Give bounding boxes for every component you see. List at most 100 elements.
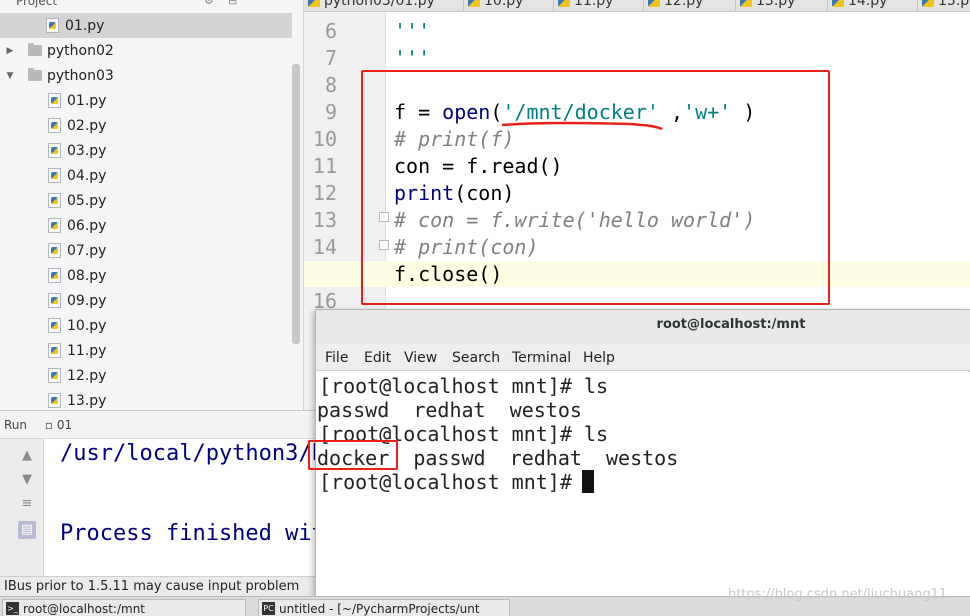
python-file-icon: [48, 118, 61, 133]
line-number: 6: [324, 19, 337, 43]
tree-item-file[interactable]: 11.py: [0, 338, 292, 363]
menu-search[interactable]: Search: [452, 350, 500, 366]
editor-tab[interactable]: 10.py: [464, 0, 554, 11]
tree-item-file[interactable]: 13.py: [0, 388, 292, 410]
python-file-icon: [832, 0, 844, 7]
tree-item-label: 13.py: [67, 392, 107, 409]
tree-scrollbar[interactable]: [292, 64, 300, 344]
terminal-window: root@localhost:/mnt File Edit View Searc…: [315, 309, 970, 600]
menu-view[interactable]: View: [404, 350, 437, 366]
taskbar-item-terminal[interactable]: >_ root@localhost:/mnt: [2, 599, 246, 616]
python-file-icon: [48, 393, 61, 408]
editor-tab-bar: python03/01.py 10.py 11.py 12.py 13.py 1…: [304, 0, 970, 12]
tree-item-label: python02: [47, 42, 114, 59]
terminal-line: passwd redhat westos: [317, 398, 582, 422]
pycharm-icon: PC: [262, 602, 275, 615]
run-console-output[interactable]: /usr/local/python3/bi Process finished w…: [44, 439, 320, 579]
code-line[interactable]: ''': [394, 18, 430, 45]
code-highlight-box: [361, 70, 830, 305]
tab-label: 11.py: [574, 0, 614, 9]
tab-label: 15.py: [938, 0, 970, 9]
tree-item-file[interactable]: 08.py: [0, 263, 292, 288]
tree-item-file[interactable]: 04.py: [0, 163, 292, 188]
run-panel: Run ▫ 01 ▲ ▼ ≡ ▤ /usr/local/python3/bi P…: [0, 410, 320, 597]
editor-tab[interactable]: 12.py: [644, 0, 736, 11]
tree-item-file[interactable]: 03.py: [0, 138, 292, 163]
console-line: Process finished wit: [60, 521, 320, 546]
collapse-icon[interactable]: ⊟: [228, 0, 237, 7]
menu-edit[interactable]: Edit: [364, 350, 391, 366]
terminal-cursor: [582, 470, 594, 493]
tab-label: 12.py: [664, 0, 704, 9]
taskbar-item-pycharm[interactable]: PC untitled - [~/PycharmProjects/unt: [258, 599, 510, 616]
run-config-label: 01: [56, 418, 73, 432]
code-line[interactable]: ''': [394, 45, 430, 72]
status-message: IBus prior to 1.5.11 may cause input pro…: [4, 579, 300, 594]
tab-label: 13.py: [756, 0, 796, 9]
scroll-up-icon[interactable]: ▲: [18, 447, 36, 465]
tree-item-label: 01.py: [65, 17, 105, 34]
tree-item-label: 05.py: [67, 192, 107, 209]
menu-file[interactable]: File: [325, 350, 348, 366]
tree-item-label: python03: [47, 67, 114, 84]
editor-tab[interactable]: 15.py: [918, 0, 970, 11]
tab-label: 10.py: [484, 0, 524, 9]
expand-arrow-icon[interactable]: ▶: [4, 46, 16, 56]
docker-highlight-box: [308, 440, 398, 470]
folder-icon: [28, 68, 42, 81]
tree-item-file[interactable]: 12.py: [0, 363, 292, 388]
tree-item-folder[interactable]: ▼ python03: [0, 63, 292, 88]
terminal-title: root@localhost:/mnt: [316, 310, 970, 344]
tree-item-file[interactable]: 01.py: [0, 88, 292, 113]
python-file-icon: [48, 343, 61, 358]
line-number: 14: [312, 235, 337, 259]
python-file-icon: [48, 143, 61, 158]
editor-tab[interactable]: 11.py: [554, 0, 644, 11]
tree-item-label: 09.py: [67, 292, 107, 309]
tree-item-label: 10.py: [67, 317, 107, 334]
python-file-icon: [48, 243, 61, 258]
tree-item-file[interactable]: 09.py: [0, 288, 292, 313]
terminal-body[interactable]: [root@localhost mnt]# ls passwd redhat w…: [316, 372, 970, 600]
status-bar: IBus prior to 1.5.11 may cause input pro…: [0, 576, 320, 596]
tree-item-file[interactable]: 07.py: [0, 238, 292, 263]
console-line: /usr/local/python3/bi: [60, 441, 320, 466]
tree-item-label: 01.py: [67, 92, 107, 109]
terminal-icon: >_: [6, 602, 19, 615]
python-file-icon: [48, 368, 61, 383]
tree-item-label: 04.py: [67, 167, 107, 184]
menu-help[interactable]: Help: [583, 350, 615, 366]
tree-item-file[interactable]: 01.py: [0, 13, 292, 38]
print-icon[interactable]: ▤: [18, 521, 36, 539]
line-number: 13: [312, 208, 337, 232]
python-file-icon: [308, 0, 320, 7]
settings-icon[interactable]: ⚙: [204, 0, 214, 7]
tree-item-file[interactable]: 02.py: [0, 113, 292, 138]
terminal-line: [root@localhost mnt]# ls: [319, 374, 608, 398]
scroll-down-icon[interactable]: ▼: [18, 471, 36, 489]
menu-terminal[interactable]: Terminal: [512, 350, 571, 366]
tree-item-file[interactable]: 10.py: [0, 313, 292, 338]
editor-tab[interactable]: 13.py: [736, 0, 828, 11]
soft-wrap-icon[interactable]: ≡: [18, 495, 36, 513]
tab-label: 14.py: [848, 0, 888, 9]
python-file-icon: [48, 318, 61, 333]
tree-item-label: 02.py: [67, 117, 107, 134]
python-file-icon: [48, 293, 61, 308]
tree-item-file[interactable]: 05.py: [0, 188, 292, 213]
line-number: 10: [312, 127, 337, 151]
folder-icon: [28, 43, 42, 56]
line-number: 8: [324, 73, 337, 97]
python-file-icon: [48, 168, 61, 183]
tree-item-file[interactable]: 06.py: [0, 213, 292, 238]
editor-tab[interactable]: 14.py: [828, 0, 918, 11]
taskbar-item-label: root@localhost:/mnt: [23, 602, 146, 616]
python-file-icon: [648, 0, 660, 7]
editor-tab[interactable]: python03/01.py: [304, 0, 464, 11]
run-header-label: Run: [4, 418, 28, 432]
tree-item-folder[interactable]: ▶ python02: [0, 38, 292, 63]
collapse-arrow-icon[interactable]: ▼: [4, 71, 16, 81]
line-number: 7: [324, 46, 337, 70]
python-file-icon: [468, 0, 480, 7]
python-file-icon: [46, 18, 59, 33]
